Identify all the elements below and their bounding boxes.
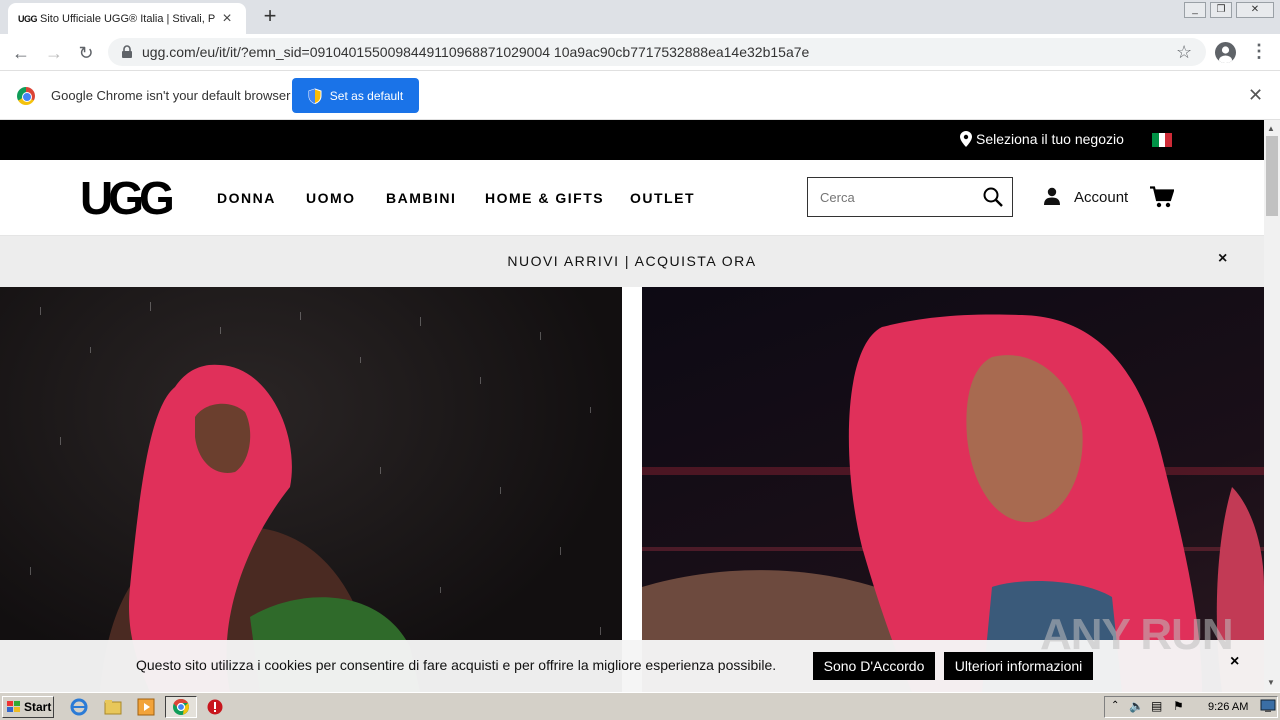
set-as-default-button[interactable]: Set as default [292, 78, 419, 113]
hero-image-left[interactable] [0, 287, 622, 692]
volume-icon[interactable]: 🔈 [1129, 699, 1144, 713]
utility-bar: Seleziona il tuo negozio [0, 120, 1264, 160]
back-button[interactable]: ← [10, 42, 32, 64]
start-button[interactable]: Start [2, 696, 54, 718]
network-icon[interactable]: ▤ [1151, 699, 1162, 713]
promo-banner: NUOVI ARRIVI | ACQUISTA ORA × [0, 236, 1264, 287]
taskbar-chrome-button[interactable] [165, 696, 197, 718]
reload-button[interactable]: ↻ [75, 42, 97, 64]
cart-icon[interactable] [1150, 186, 1174, 208]
ugg-favicon-icon: UGG [18, 13, 38, 24]
cookie-message: Questo sito utilizza i cookies per conse… [136, 657, 777, 673]
store-locator-link[interactable]: Seleziona il tuo negozio [960, 131, 1124, 147]
system-tray: ⌃ 🔈 ▤ ⚑ [1104, 696, 1278, 718]
bookmark-star-icon[interactable]: ☆ [1176, 42, 1192, 63]
browser-toolbar: ← → ↻ ugg.com/eu/it/it/?emn_sid=09104015… [0, 34, 1280, 71]
ugg-logo[interactable]: UGG [80, 173, 175, 223]
forward-button[interactable]: → [43, 42, 65, 64]
nav-uomo[interactable]: UOMO [306, 190, 356, 206]
media-player-icon[interactable] [137, 698, 155, 716]
lock-icon [122, 45, 132, 58]
scroll-thumb[interactable] [1266, 136, 1278, 216]
minimize-button[interactable]: _ [1184, 2, 1206, 18]
flag-icon[interactable]: ⚑ [1173, 699, 1184, 713]
stop-icon[interactable] [206, 698, 224, 716]
infobar-close-icon[interactable]: ✕ [1248, 85, 1263, 106]
shield-icon [308, 87, 322, 104]
default-browser-infobar: Google Chrome isn't your default browser… [0, 71, 1280, 120]
promo-close-icon[interactable]: × [1218, 250, 1227, 268]
anyrun-watermark: ANY RUN [1040, 610, 1234, 659]
url-text: ugg.com/eu/it/it/?emn_sid=09104015500984… [142, 44, 810, 60]
start-label: Start [24, 700, 52, 714]
scroll-down-arrow-icon[interactable]: ▼ [1267, 678, 1275, 687]
tray-expand-icon[interactable]: ⌃ [1111, 700, 1119, 711]
windows-taskbar: Start ⌃ 🔈 ▤ ⚑ 9:26 AM [0, 692, 1280, 720]
tab-close-icon[interactable]: × [218, 10, 236, 28]
address-bar[interactable]: ugg.com/eu/it/it/?emn_sid=09104015500984… [108, 38, 1206, 66]
taskbar-clock: 9:26 AM [1208, 701, 1249, 713]
scroll-up-arrow-icon[interactable]: ▲ [1267, 124, 1275, 133]
chrome-icon [173, 698, 189, 715]
hero-left-illustration [30, 302, 601, 692]
profile-avatar-icon[interactable] [1215, 42, 1236, 63]
italy-flag-icon[interactable] [1152, 133, 1173, 147]
site-header: UGG DONNA UOMO BAMBINI HOME & GIFTS OUTL… [0, 160, 1264, 236]
ie-icon[interactable] [70, 698, 88, 716]
chrome-logo-icon [17, 87, 35, 105]
account-user-icon[interactable] [1044, 187, 1060, 205]
nav-outlet[interactable]: OUTLET [630, 190, 695, 206]
promo-link[interactable]: NUOVI ARRIVI | ACQUISTA ORA [0, 253, 1264, 269]
location-pin-icon [960, 131, 972, 147]
nav-donna[interactable]: DONNA [217, 190, 276, 206]
nav-home-gifts[interactable]: HOME & GIFTS [485, 190, 604, 206]
folder-icon[interactable] [104, 698, 122, 716]
tab-title: Sito Ufficiale UGG® Italia | Stivali, P [40, 12, 216, 25]
browser-tab[interactable]: UGG Sito Ufficiale UGG® Italia | Stivali… [8, 3, 246, 34]
page-scrollbar[interactable]: ▲ ▼ [1264, 120, 1280, 692]
infobar-message: Google Chrome isn't your default browser [51, 88, 291, 103]
page-viewport: Seleziona il tuo negozio UGG DONNA UOMO … [0, 120, 1264, 692]
maximize-button[interactable]: ❐ [1210, 2, 1232, 18]
nav-bambini[interactable]: BAMBINI [386, 190, 456, 206]
show-desktop-icon[interactable] [1260, 699, 1276, 713]
account-link[interactable]: Account [1074, 189, 1128, 206]
windows-logo-icon [7, 701, 20, 712]
store-locator-label: Seleziona il tuo negozio [976, 131, 1124, 147]
set-as-default-label: Set as default [329, 88, 404, 103]
new-tab-button[interactable]: + [258, 5, 282, 29]
chrome-menu-icon[interactable]: ⋮ [1250, 41, 1268, 62]
search-icon[interactable] [982, 186, 1004, 208]
tab-strip: UGG Sito Ufficiale UGG® Italia | Stivali… [0, 0, 1280, 34]
close-window-button[interactable]: ✕ [1236, 2, 1274, 18]
search-input[interactable] [820, 189, 980, 205]
search-box [807, 177, 1013, 217]
cookie-accept-button[interactable]: Sono D'Accordo [813, 652, 935, 680]
